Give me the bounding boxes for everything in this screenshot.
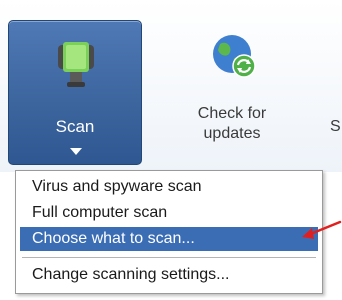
dropdown-arrow-icon[interactable] [70, 148, 82, 155]
scan-button[interactable]: Scan [8, 20, 142, 165]
partial-toolbar-label: S [330, 118, 341, 135]
scan-label: Scan [55, 117, 95, 136]
menu-separator [22, 257, 316, 258]
scanner-icon [58, 42, 94, 87]
menu-item-virus-spyware-scan[interactable]: Virus and spyware scan [20, 175, 318, 199]
scan-dropdown-menu: Virus and spyware scan Full computer sca… [15, 170, 323, 294]
menu-item-full-computer-scan[interactable]: Full computer scan [20, 201, 318, 225]
menu-item-change-scanning-settings[interactable]: Change scanning settings... [20, 263, 318, 287]
partial-toolbar-button[interactable]: S [330, 20, 342, 160]
red-arrow-icon [302, 220, 342, 239]
globe-update-icon [213, 35, 256, 78]
check-for-updates-button[interactable]: Check for updates [162, 20, 302, 160]
menu-item-choose-what-to-scan[interactable]: Choose what to scan... [20, 227, 318, 251]
check-for-updates-label: Check for updates [197, 105, 267, 142]
ribbon-toolbar: Scan Check for updates S [0, 0, 342, 172]
